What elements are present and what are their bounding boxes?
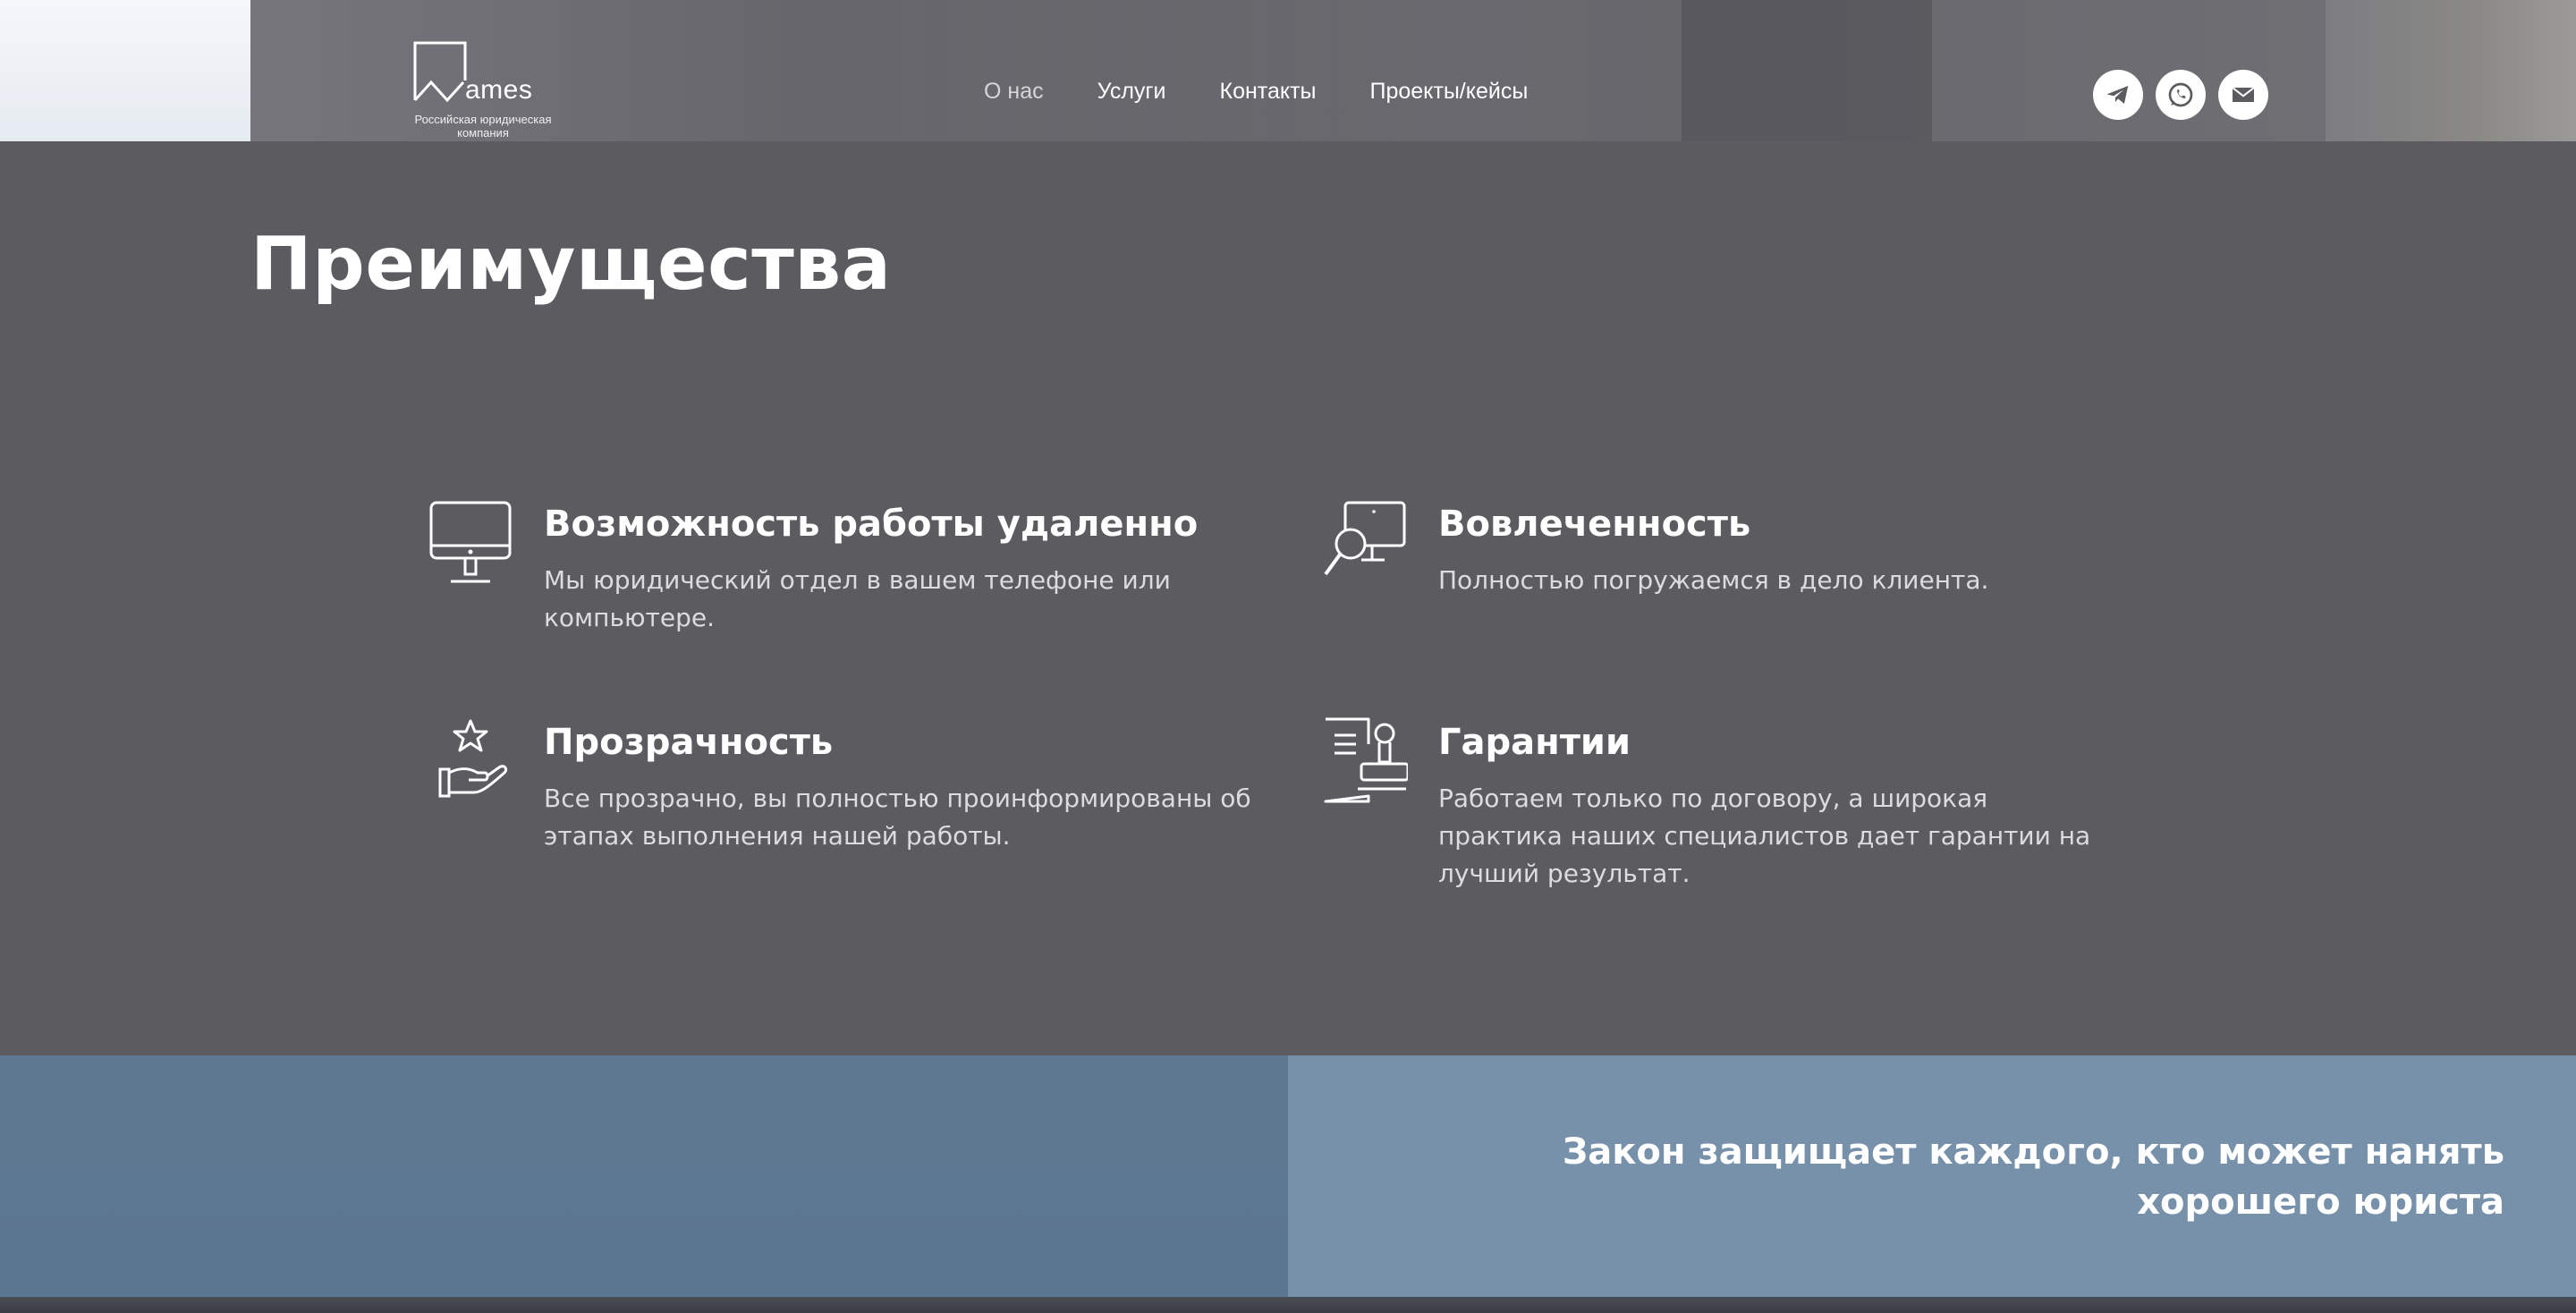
banner-right-panel: Закон защищает каждого, кто может нанять… bbox=[1288, 1055, 2576, 1297]
header-right-background bbox=[2326, 0, 2576, 141]
hand-star-icon bbox=[438, 719, 508, 798]
section-title: Преимущества bbox=[250, 222, 892, 307]
logo-subtitle-line1: Российская юридическая bbox=[414, 113, 552, 126]
monitor-icon bbox=[429, 501, 512, 583]
whatsapp-icon bbox=[2168, 82, 2193, 107]
logo-mark-icon bbox=[413, 41, 467, 102]
feature-heading: Вовлеченность bbox=[1438, 504, 1751, 545]
feature-text: Мы юридический отдел в вашем телефоне ил… bbox=[544, 565, 1171, 632]
logo-subtitle: Российская юридическая компания bbox=[402, 113, 564, 140]
nav-item-projects[interactable]: Проекты/кейсы bbox=[1369, 79, 1528, 114]
whatsapp-button[interactable] bbox=[2156, 70, 2206, 120]
social-links bbox=[2093, 70, 2268, 120]
mail-button[interactable] bbox=[2218, 70, 2268, 120]
logo-name: ames bbox=[465, 75, 533, 105]
header-left-background bbox=[0, 0, 250, 141]
feature-text: Работаем только по договору, а широкая п… bbox=[1438, 784, 2091, 888]
nav-item-about[interactable]: О нас bbox=[984, 79, 1044, 114]
mail-icon bbox=[2232, 87, 2255, 102]
banner-quote: Закон защищает каждого, кто может нанять… bbox=[1562, 1131, 2504, 1223]
search-monitor-icon bbox=[1324, 501, 1406, 576]
feature-heading: Прозрачность bbox=[544, 722, 834, 763]
bottom-edge bbox=[0, 1297, 2576, 1313]
telegram-button[interactable] bbox=[2093, 70, 2143, 120]
feature-heading: Возможность работы удаленно bbox=[544, 504, 1199, 545]
main-nav: О нас Услуги Контакты Проекты/кейсы bbox=[984, 79, 1581, 114]
feature-text: Все прозрачно, вы полностью проинформиро… bbox=[544, 784, 1251, 851]
nav-item-services[interactable]: Услуги bbox=[1097, 79, 1166, 114]
site-header: ames Российская юридическая компания О н… bbox=[0, 0, 2576, 141]
banner-left-panel bbox=[0, 1055, 1288, 1297]
logo-subtitle-line2: компания bbox=[457, 126, 509, 140]
telegram-icon bbox=[2106, 86, 2129, 104]
feature-text: Полностью погружаемся в дело клиента. bbox=[1438, 565, 1989, 595]
company-logo[interactable]: ames Российская юридическая компания bbox=[402, 39, 564, 140]
document-stamp-icon bbox=[1324, 717, 1408, 803]
feature-heading: Гарантии bbox=[1438, 722, 1631, 763]
nav-item-contacts[interactable]: Контакты bbox=[1220, 79, 1317, 114]
